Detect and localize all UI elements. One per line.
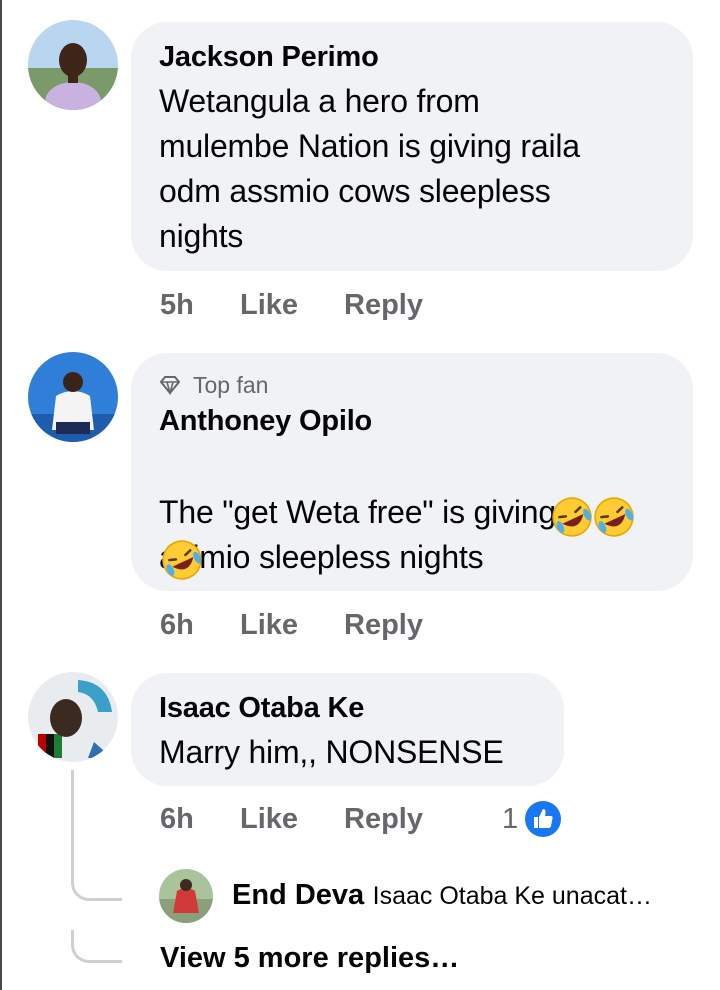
avatar-photo (28, 20, 118, 110)
thread-connector-branch (71, 868, 122, 901)
reply-button[interactable]: Reply (344, 289, 423, 322)
reaction-count[interactable]: 1 (502, 803, 518, 836)
comment-bubble: Isaac Otaba Ke Marry him,, NONSENSE (131, 673, 564, 786)
reply-author[interactable]: End Deva (232, 879, 364, 911)
reply-button[interactable]: Reply (344, 609, 423, 642)
comment-actions: 5h Like Reply (160, 289, 460, 323)
view-more-replies-link[interactable]: View 5 more replies… (160, 942, 459, 975)
like-button[interactable]: Like (240, 289, 298, 322)
avatar-jackson-perimo[interactable] (28, 20, 118, 110)
comment-author[interactable]: Anthoney Opilo (159, 405, 372, 438)
like-reaction-icon[interactable] (524, 800, 562, 846)
comment-text: Wetangula a hero from mulembe Nation is … (159, 83, 580, 254)
top-fan-label: Top fan (193, 372, 269, 398)
like-button[interactable]: Like (240, 803, 298, 836)
rolling-laughing-emoji (552, 497, 592, 537)
comment-actions: 6h Like Reply 1 (160, 801, 580, 839)
like-button[interactable]: Like (240, 609, 298, 642)
comment-time[interactable]: 6h (160, 803, 194, 836)
comment-time[interactable]: 6h (160, 609, 194, 642)
avatar-anthoney-opilo[interactable] (28, 352, 118, 442)
reply-snippet: Isaac Otaba Ke unacat… (372, 882, 652, 910)
top-fan-badge: Top fan (159, 372, 359, 400)
comment-text: The "get Weta free" is giving asimio sle… (159, 494, 556, 575)
thread-connector (71, 770, 74, 870)
avatar-photo (159, 869, 213, 923)
reply-preview[interactable]: End Deva Isaac Otaba Ke unacat… (232, 879, 652, 912)
avatar-photo (28, 352, 118, 442)
avatar-photo (28, 672, 118, 762)
comment-text: Marry him,, NONSENSE (159, 734, 504, 770)
comment-author[interactable]: Jackson Perimo (159, 41, 379, 74)
page-left-border (0, 0, 2, 990)
comment-author[interactable]: Isaac Otaba Ke (159, 692, 364, 725)
reply-button[interactable]: Reply (344, 803, 423, 836)
rolling-laughing-emoji (594, 497, 634, 537)
diamond-icon (160, 376, 180, 395)
avatar-isaac-otaba-ke[interactable] (28, 672, 118, 762)
comment-bubble: Top fan Anthoney Opilo The "get Weta fre… (131, 353, 693, 591)
comment-actions: 6h Like Reply (160, 609, 460, 643)
comment-time[interactable]: 5h (160, 289, 194, 322)
thread-connector-branch (71, 930, 122, 963)
comment-bubble: Jackson Perimo Wetangula a hero from mul… (131, 22, 693, 271)
rolling-laughing-emoji (162, 540, 202, 580)
avatar-end-deva[interactable] (159, 869, 213, 923)
like-icon (525, 801, 561, 837)
